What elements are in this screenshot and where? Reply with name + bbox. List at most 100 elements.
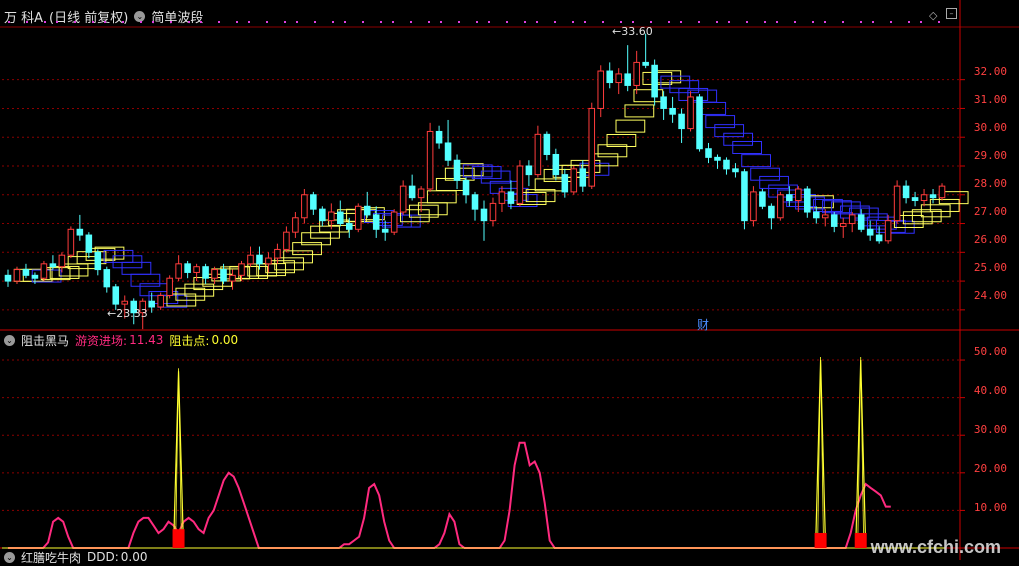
candle-body — [893, 185, 901, 222]
event-dot — [602, 21, 604, 23]
event-dot — [140, 21, 142, 23]
wave-box — [417, 202, 448, 216]
high-price-label: ←33.60 — [612, 25, 653, 38]
wave-box — [112, 255, 143, 269]
event-dot — [458, 21, 460, 23]
candle-body — [830, 214, 838, 227]
candle-body — [292, 217, 299, 233]
candle-body — [310, 194, 317, 210]
candle-body — [741, 171, 748, 222]
event-dot — [152, 21, 154, 23]
candle-body — [839, 223, 847, 227]
event-dot — [746, 21, 748, 23]
event-dot — [524, 21, 526, 23]
wave-box — [660, 75, 691, 89]
candle-body — [669, 107, 676, 115]
event-dot — [104, 21, 106, 23]
candle-body — [489, 202, 497, 222]
finance-marker[interactable]: 财 — [697, 316, 709, 333]
candle-body — [283, 231, 290, 250]
candle-body — [821, 214, 829, 219]
event-dot — [920, 21, 922, 23]
candle-body — [768, 205, 775, 219]
candle-body — [866, 228, 874, 236]
candle-body — [211, 269, 218, 279]
wave-box — [624, 104, 655, 118]
candle-body — [202, 266, 209, 279]
candle-body — [67, 228, 75, 256]
candle-body — [399, 185, 407, 213]
chart-frame — [0, 0, 1019, 560]
candle-body — [426, 130, 434, 190]
candle-body — [265, 257, 272, 265]
candle-body — [911, 197, 919, 202]
event-dot — [236, 21, 238, 23]
candle-body — [651, 64, 658, 98]
candle-body — [498, 191, 506, 204]
candle-body — [372, 214, 380, 230]
candle-body — [166, 277, 173, 296]
candle-body — [723, 159, 730, 170]
candle-body — [85, 234, 93, 253]
event-dot — [668, 21, 670, 23]
candle-body — [902, 185, 910, 199]
candle-body — [58, 254, 66, 268]
event-dot — [554, 21, 556, 23]
candle-body — [112, 286, 120, 305]
event-dot — [716, 21, 718, 23]
spike-line — [814, 360, 827, 549]
event-dot — [620, 21, 622, 23]
wave-box — [920, 204, 951, 218]
candle-body — [390, 211, 398, 233]
wave-band-boxes — [13, 70, 969, 308]
candle-body — [76, 228, 84, 236]
candle-body — [148, 300, 155, 308]
candle-body — [696, 96, 703, 150]
candle-body — [678, 113, 685, 130]
candle-body — [408, 185, 416, 199]
event-dot — [572, 21, 574, 23]
event-dot — [860, 21, 862, 23]
candle-body — [480, 208, 488, 222]
event-dot — [188, 21, 190, 23]
candle-body — [175, 263, 182, 279]
candle-body — [857, 214, 865, 230]
candle-body — [157, 294, 164, 308]
candle-body — [103, 269, 111, 288]
grid-lines — [2, 79, 965, 511]
candle-body — [354, 205, 362, 230]
candle-body — [40, 263, 48, 279]
event-dot — [248, 21, 250, 23]
candle-body — [220, 269, 227, 282]
event-dot — [584, 21, 586, 23]
candle-body — [705, 148, 712, 158]
candle-body — [13, 269, 21, 282]
wave-box — [741, 154, 771, 168]
wave-box — [130, 273, 161, 287]
candle-body — [938, 185, 946, 199]
wave-box — [822, 200, 852, 214]
event-dot — [824, 21, 826, 23]
chart-canvas[interactable] — [0, 0, 1019, 560]
candle-body — [184, 263, 191, 273]
wave-box — [723, 132, 754, 146]
event-dot — [728, 21, 730, 23]
candle-body — [453, 159, 461, 181]
wave-box — [714, 124, 745, 138]
candle-body — [848, 214, 856, 225]
candle-body — [256, 254, 263, 265]
candle-body — [786, 194, 793, 202]
event-dot — [92, 21, 94, 23]
candle-body — [193, 266, 200, 273]
event-dot — [8, 21, 10, 23]
candle-body — [597, 70, 605, 109]
candle-body — [570, 168, 578, 193]
candle-body — [929, 194, 937, 199]
candle-body — [507, 191, 515, 204]
candle-body — [813, 211, 820, 219]
candle-body — [525, 165, 533, 176]
candle-body — [435, 130, 443, 144]
candle-body — [750, 191, 757, 222]
event-dot — [650, 21, 652, 23]
candle-body — [247, 254, 254, 265]
